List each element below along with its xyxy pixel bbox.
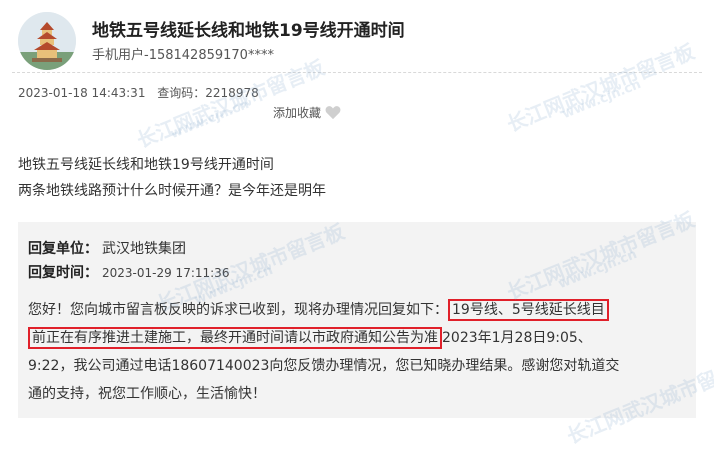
post-meta: 2023-01-18 14:43:31 查询码：2218978 [18,84,267,101]
reply-time-label: 回复时间： [28,265,98,281]
pagoda-icon [18,12,76,70]
divider [12,72,702,73]
reply-unit-value: 武汉地铁集团 [102,241,186,257]
reply-text: 2023年1月28日9:05、 [442,330,592,346]
reply-time-row: 回复时间： 2023-01-29 17:11:36 [28,262,229,282]
reply-text: 您好！您向城市留言板反映的诉求已收到，现将办理情况回复如下： [28,302,448,318]
favorite-label: 添加收藏 [273,106,322,120]
reply-unit-row: 回复单位： 武汉地铁集团 [28,238,186,258]
watermark-url: www.cjn.cn [168,96,252,143]
post-datetime: 2023-01-18 14:43:31 [18,86,146,100]
reply-box: 回复单位： 武汉地铁集团 回复时间： 2023-01-29 17:11:36 您好！… [18,222,696,418]
reply-content: 您好！您向城市留言板反映的诉求已收到，现将办理情况回复如下： 19号线、5号线延长… [28,296,688,408]
reply-time-value: 2023-01-29 17:11:36 [102,266,230,280]
post-header: 地铁五号线延长线和地铁19号线开通时间 手机用户-158142859170***… [12,6,702,70]
post-line: 两条地铁线路预计什么时候开通？是今年还是明年 [18,183,326,199]
highlighted-text: 前正在有序推进土建施工，最终开通时间请以市政府通知公告为准 [28,327,442,349]
author-name: 手机用户-158142859170**** [92,48,274,63]
reply-line: 前正在有序推进土建施工，最终开通时间请以市政府通知公告为准 2023年1月28日9… [28,324,688,352]
reply-line: 9:22，我公司通过电话18607140023向您反馈办理情况，您已知晓办理结果… [28,358,620,374]
reply-unit-label: 回复单位： [28,241,98,257]
reply-line: 您好！您向城市留言板反映的诉求已收到，现将办理情况回复如下： 19号线、5号线延长… [28,296,688,324]
highlighted-text: 19号线、5号线延长线目 [448,299,609,321]
reply-line: 通的支持，祝您工作顺心，生活愉快！ [28,386,266,402]
avatar[interactable] [18,12,76,70]
query-code: 查询码：2218978 [157,86,259,100]
watermark: 长江网武汉城市留言板 [133,55,328,153]
post-line: 地铁五号线延长线和地铁19号线开通时间 [18,157,274,173]
heart-icon [325,106,341,120]
page-title: 地铁五号线延长线和地铁19号线开通时间 [92,21,405,41]
post-content: 地铁五号线延长线和地铁19号线开通时间 两条地铁线路预计什么时候开通？是今年还是… [18,152,326,204]
add-favorite-button[interactable]: 添加收藏 [273,104,341,121]
watermark-url: www.cjn.cn [560,76,644,123]
